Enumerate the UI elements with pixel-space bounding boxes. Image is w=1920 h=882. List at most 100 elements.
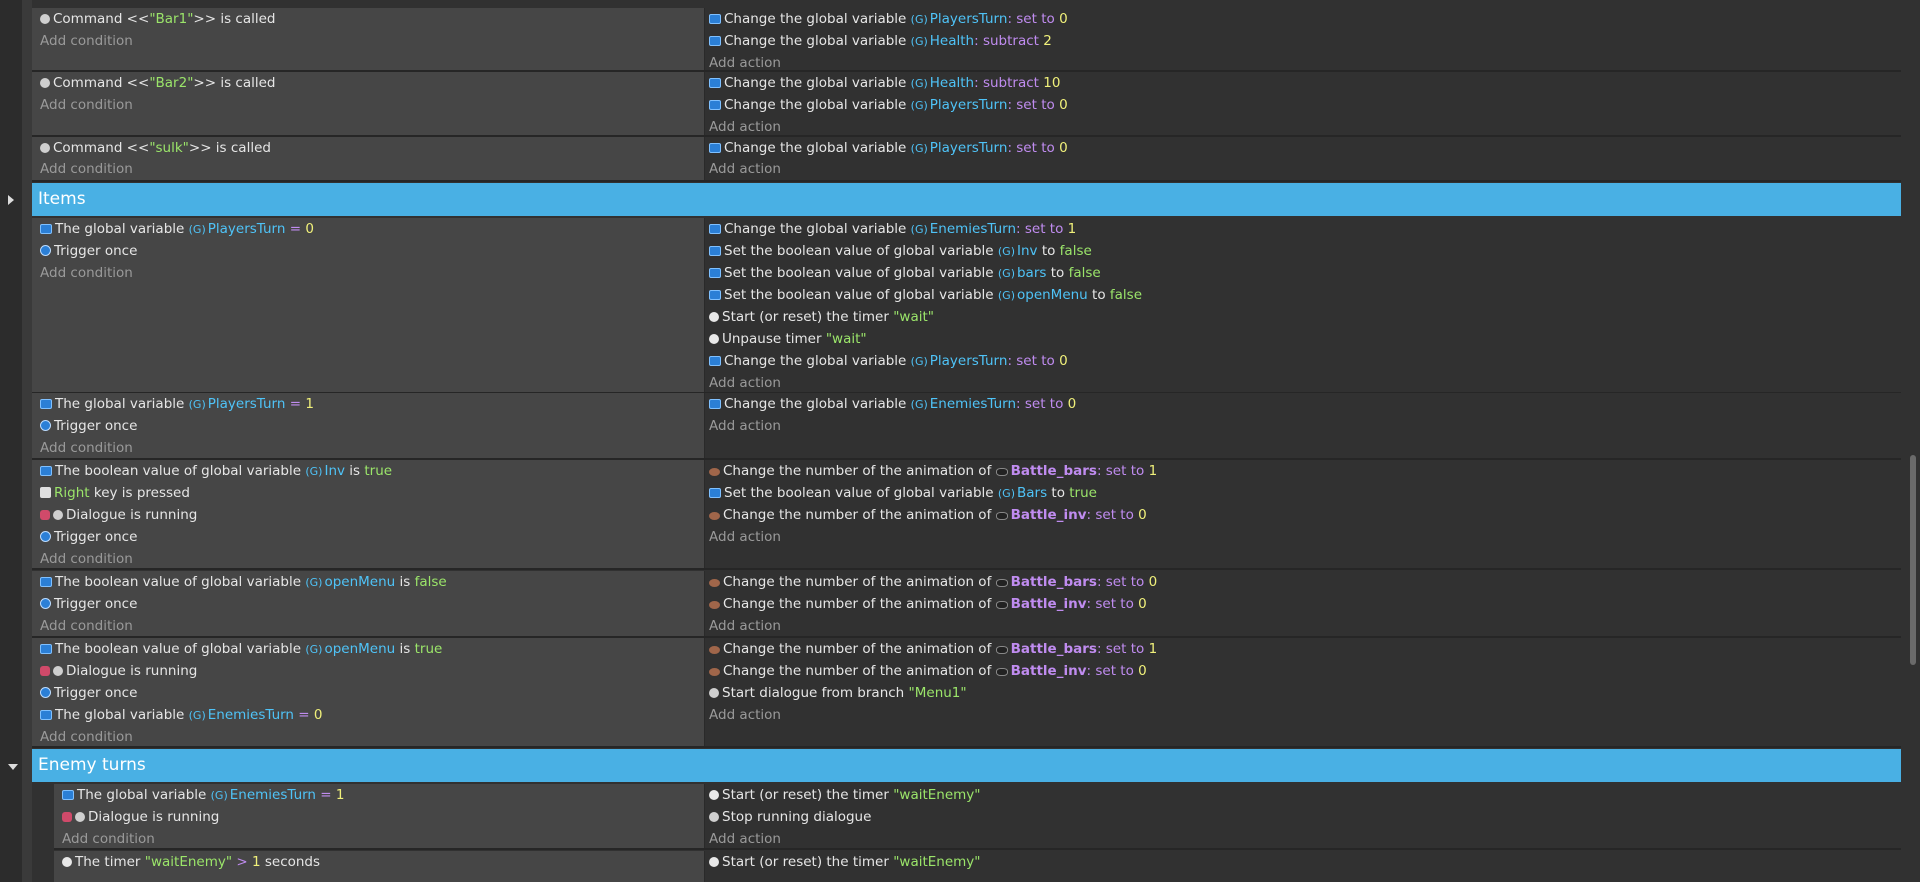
- add-action-link[interactable]: Add action: [705, 526, 1901, 548]
- condition-trigger-once[interactable]: Trigger once: [32, 415, 704, 437]
- condition-command-bar1[interactable]: Command <<"Bar1">> is called: [32, 8, 704, 30]
- group-enemy-turns[interactable]: Enemy turns: [32, 749, 1901, 782]
- conditions-column[interactable]: The global variable (G) PlayersTurn = 1 T…: [32, 393, 705, 458]
- action-set-bool-openmenu[interactable]: Set the boolean value of global variable…: [705, 284, 1901, 306]
- add-action-link[interactable]: Add action: [705, 828, 1901, 850]
- actions-column[interactable]: Change the global variable (G) PlayersTur…: [705, 8, 1901, 71]
- add-action-link[interactable]: Add action: [705, 116, 1901, 138]
- action-stop-dialogue[interactable]: Stop running dialogue: [705, 806, 1901, 828]
- conditions-column[interactable]: The timer "waitEnemy" > 1 seconds: [54, 851, 705, 882]
- conditions-column[interactable]: Command <<"Bar1">> is called Add conditi…: [32, 8, 705, 70]
- event-bar2[interactable]: Command <<"Bar2">> is called Add conditi…: [32, 72, 1901, 137]
- expand-arrow-icon[interactable]: [8, 195, 14, 205]
- vertical-scrollbar[interactable]: [1910, 455, 1916, 665]
- actions-column[interactable]: Change the global variable (G) PlayersTur…: [705, 137, 1901, 180]
- action-set-enemiesturn[interactable]: Change the global variable (G) EnemiesTur…: [705, 218, 1901, 240]
- add-action-link[interactable]: Add action: [705, 615, 1901, 637]
- condition-trigger-once[interactable]: Trigger once: [32, 682, 704, 704]
- add-condition-link[interactable]: Add condition: [32, 159, 704, 180]
- conditions-column[interactable]: The global variable (G) EnemiesTurn = 1 D…: [54, 784, 705, 848]
- action-set-bool-inv[interactable]: Set the boolean value of global variable…: [705, 240, 1901, 262]
- condition-key-pressed[interactable]: Right key is pressed: [32, 482, 704, 504]
- condition-enemiesturn-eq[interactable]: The global variable (G) EnemiesTurn = 1: [54, 784, 704, 806]
- action-start-timer-waitenemy[interactable]: Start (or reset) the timer "waitEnemy": [705, 851, 1901, 873]
- action-set-bool-bars[interactable]: Set the boolean value of global variable…: [705, 262, 1901, 284]
- add-condition-link[interactable]: Add condition: [32, 615, 704, 637]
- add-action-link[interactable]: Add action: [705, 415, 1901, 437]
- condition-command-bar2[interactable]: Command <<"Bar2">> is called: [32, 72, 704, 94]
- action-subtract-health[interactable]: Change the global variable (G) Health: su…: [705, 72, 1901, 94]
- action-text: to: [1050, 265, 1065, 281]
- condition-command-sulk[interactable]: Command <<"sulk">> is called: [32, 137, 704, 159]
- action-set-playersturn[interactable]: Change the global variable (G) PlayersTur…: [705, 8, 1901, 30]
- actions-column[interactable]: Change the global variable (G) Health: su…: [705, 72, 1901, 135]
- action-start-timer-wait[interactable]: Start (or reset) the timer "wait": [705, 306, 1901, 328]
- condition-trigger-once[interactable]: Trigger once: [32, 240, 704, 262]
- condition-bool-openmenu[interactable]: The boolean value of global variable (G)…: [32, 571, 704, 593]
- event-playersturn-1[interactable]: The global variable (G) PlayersTurn = 1 T…: [32, 393, 1901, 460]
- action-anim-battle-inv[interactable]: Change the number of the animation of Ba…: [705, 593, 1901, 615]
- add-condition-link[interactable]: Add condition: [54, 828, 704, 850]
- condition-dialogue-running[interactable]: Dialogue is running: [32, 660, 704, 682]
- actions-column[interactable]: Change the number of the animation of Ba…: [705, 460, 1901, 568]
- gear-icon: [40, 14, 50, 24]
- add-condition-link[interactable]: Add condition: [32, 548, 704, 570]
- event-timer-waitenemy[interactable]: The timer "waitEnemy" > 1 seconds Start …: [54, 851, 1901, 882]
- action-set-bool-bars[interactable]: Set the boolean value of global variable…: [705, 482, 1901, 504]
- condition-trigger-once[interactable]: Trigger once: [32, 526, 704, 548]
- action-set-playersturn[interactable]: Change the global variable (G) PlayersTur…: [705, 137, 1901, 159]
- add-action-link[interactable]: Add action: [705, 52, 1901, 74]
- action-set-playersturn[interactable]: Change the global variable (G) PlayersTur…: [705, 94, 1901, 116]
- event-enemiesturn-1[interactable]: The global variable (G) EnemiesTurn = 1 D…: [54, 784, 1901, 850]
- add-action-link[interactable]: Add action: [705, 704, 1901, 726]
- action-set-playersturn[interactable]: Change the global variable (G) PlayersTur…: [705, 350, 1901, 372]
- actions-column[interactable]: Change the number of the animation of Ba…: [705, 571, 1901, 636]
- condition-bool-inv[interactable]: The boolean value of global variable (G)…: [32, 460, 704, 482]
- event-openmenu-false[interactable]: The boolean value of global variable (G)…: [32, 571, 1901, 638]
- condition-dialogue-running[interactable]: Dialogue is running: [32, 504, 704, 526]
- condition-dialogue-running[interactable]: Dialogue is running: [54, 806, 704, 828]
- add-condition-link[interactable]: Add condition: [32, 726, 704, 748]
- actions-column[interactable]: Start (or reset) the timer "waitEnemy" S…: [705, 784, 1901, 848]
- event-playersturn-0[interactable]: The global variable (G) PlayersTurn = 0 T…: [32, 218, 1901, 394]
- event-sulk[interactable]: Command <<"sulk">> is called Add conditi…: [32, 137, 1901, 182]
- add-condition-link[interactable]: Add condition: [32, 262, 704, 284]
- event-openmenu-true[interactable]: The boolean value of global variable (G)…: [32, 638, 1901, 748]
- action-anim-battle-bars[interactable]: Change the number of the animation of Ba…: [705, 638, 1901, 660]
- condition-timer-waitenemy[interactable]: The timer "waitEnemy" > 1 seconds: [54, 851, 704, 873]
- condition-playersturn-eq[interactable]: The global variable (G) PlayersTurn = 1: [32, 393, 704, 415]
- action-subtract-health[interactable]: Change the global variable (G) Health: su…: [705, 30, 1901, 52]
- condition-playersturn-eq[interactable]: The global variable (G) PlayersTurn = 0: [32, 218, 704, 240]
- action-start-dialogue[interactable]: Start dialogue from branch "Menu1": [705, 682, 1901, 704]
- action-anim-battle-inv[interactable]: Change the number of the animation of Ba…: [705, 660, 1901, 682]
- conditions-column[interactable]: Command <<"sulk">> is called Add conditi…: [32, 137, 705, 180]
- condition-trigger-once[interactable]: Trigger once: [32, 593, 704, 615]
- add-condition-link[interactable]: Add condition: [32, 437, 704, 459]
- conditions-column[interactable]: The boolean value of global variable (G)…: [32, 638, 705, 746]
- operator: >: [236, 854, 248, 870]
- group-items[interactable]: Items: [32, 183, 1901, 216]
- actions-column[interactable]: Start (or reset) the timer "waitEnemy": [705, 851, 1901, 882]
- event-bar1[interactable]: Command <<"Bar1">> is called Add conditi…: [32, 8, 1901, 72]
- action-anim-battle-bars[interactable]: Change the number of the animation of Ba…: [705, 460, 1901, 482]
- event-inv-true[interactable]: The boolean value of global variable (G)…: [32, 460, 1901, 570]
- add-action-link[interactable]: Add action: [705, 159, 1901, 180]
- conditions-column[interactable]: The boolean value of global variable (G)…: [32, 460, 705, 568]
- actions-column[interactable]: Change the number of the animation of Ba…: [705, 638, 1901, 746]
- conditions-column[interactable]: The boolean value of global variable (G)…: [32, 571, 705, 636]
- action-anim-battle-inv[interactable]: Change the number of the animation of Ba…: [705, 504, 1901, 526]
- add-condition-link[interactable]: Add condition: [32, 94, 704, 116]
- collapse-arrow-icon[interactable]: [8, 764, 18, 770]
- add-action-link[interactable]: Add action: [705, 372, 1901, 394]
- conditions-column[interactable]: The global variable (G) PlayersTurn = 0 T…: [32, 218, 705, 392]
- action-unpause-timer[interactable]: Unpause timer "wait": [705, 328, 1901, 350]
- action-start-timer-waitenemy[interactable]: Start (or reset) the timer "waitEnemy": [705, 784, 1901, 806]
- action-anim-battle-bars[interactable]: Change the number of the animation of Ba…: [705, 571, 1901, 593]
- action-set-enemiesturn[interactable]: Change the global variable (G) EnemiesTur…: [705, 393, 1901, 415]
- actions-column[interactable]: Change the global variable (G) EnemiesTur…: [705, 393, 1901, 458]
- condition-bool-openmenu[interactable]: The boolean value of global variable (G)…: [32, 638, 704, 660]
- conditions-column[interactable]: Command <<"Bar2">> is called Add conditi…: [32, 72, 705, 135]
- add-condition-link[interactable]: Add condition: [32, 30, 704, 52]
- condition-enemiesturn-eq[interactable]: The global variable (G) EnemiesTurn = 0: [32, 704, 704, 726]
- actions-column[interactable]: Change the global variable (G) EnemiesTur…: [705, 218, 1901, 392]
